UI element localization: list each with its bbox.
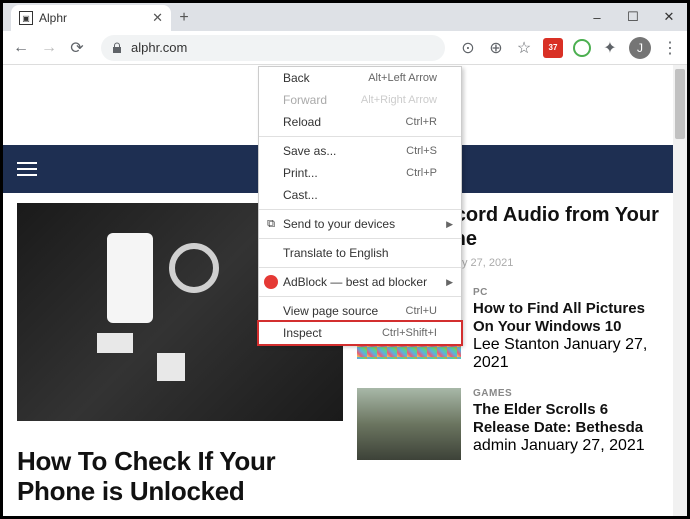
context-menu-separator (259, 267, 461, 268)
context-menu-item-label: Print... (283, 166, 318, 180)
context-menu-separator (259, 209, 461, 210)
context-menu-shortcut: Ctrl+U (406, 305, 437, 317)
target-icon[interactable]: ⊙ (459, 39, 477, 57)
article-author: Lee Stanton (473, 336, 559, 353)
context-menu-item-label: AdBlock — best ad blocker (283, 275, 427, 289)
article-title: How to Find All Pictures On Your Windows… (473, 300, 659, 336)
lock-icon (111, 42, 123, 54)
context-menu-item[interactable]: Back Alt+Left Arrow (259, 67, 461, 89)
context-menu-shortcut: Ctrl+P (406, 167, 437, 179)
minimize-button[interactable]: – (579, 3, 615, 31)
context-menu-item[interactable]: Reload Ctrl+R (259, 111, 461, 133)
maximize-button[interactable]: ☐ (615, 3, 651, 31)
context-menu-item[interactable]: ⧉ Send to your devices ▶ (259, 213, 461, 235)
new-tab-button[interactable]: + (171, 5, 197, 31)
url-text: alphr.com (131, 40, 187, 55)
article-date: January 27, 2021 (521, 437, 645, 454)
context-menu-separator (259, 238, 461, 239)
favicon-icon: ▣ (19, 11, 33, 25)
devices-icon: ⧉ (264, 217, 278, 231)
extension-badge-icon[interactable]: 37 (543, 38, 563, 58)
extensions-icon[interactable]: ✦ (601, 39, 619, 57)
context-menu-item-label: Reload (283, 115, 321, 129)
context-menu-shortcut: Alt+Right Arrow (361, 94, 437, 106)
context-menu-shortcut: Ctrl+Shift+I (382, 327, 437, 339)
bookmark-star-icon[interactable]: ☆ (515, 39, 533, 57)
context-menu-item-label: Translate to English (283, 246, 389, 260)
zoom-icon[interactable]: ⊕ (487, 39, 505, 57)
article-category: PC (473, 287, 659, 298)
back-button[interactable]: ← (11, 38, 31, 58)
context-menu-item-label: Back (283, 71, 310, 85)
tab-close-icon[interactable]: ✕ (152, 10, 163, 26)
hero-headline[interactable]: How To Check If Your Phone is Unlocked (17, 447, 343, 507)
context-menu-item[interactable]: Save as... Ctrl+S (259, 140, 461, 162)
scrollbar[interactable] (673, 65, 687, 516)
context-menu-shortcut: Ctrl+R (406, 116, 437, 128)
context-menu-item[interactable]: Translate to English (259, 242, 461, 264)
context-menu-item[interactable]: Inspect Ctrl+Shift+I (259, 322, 461, 344)
context-menu-item-label: Inspect (283, 326, 322, 340)
context-menu-item[interactable]: Print... Ctrl+P (259, 162, 461, 184)
context-menu-item-label: View page source (283, 304, 378, 318)
article-title: The Elder Scrolls 6 Release Date: Bethes… (473, 401, 659, 437)
context-menu-separator (259, 136, 461, 137)
adblock-extension-icon[interactable] (573, 39, 591, 57)
reload-button[interactable]: ⟳ (67, 38, 87, 58)
context-menu-item: Forward Alt+Right Arrow (259, 89, 461, 111)
context-menu-item[interactable]: AdBlock — best ad blocker ▶ (259, 271, 461, 293)
scroll-thumb[interactable] (675, 69, 685, 139)
submenu-arrow-icon: ▶ (446, 219, 453, 230)
window-titlebar: ▣ Alphr ✕ + – ☐ ✕ (3, 3, 687, 31)
context-menu-item-label: Cast... (283, 188, 318, 202)
context-menu-item-label: Save as... (283, 144, 336, 158)
context-menu-shortcut: Ctrl+S (406, 145, 437, 157)
context-menu-item[interactable]: View page source Ctrl+U (259, 300, 461, 322)
context-menu-item[interactable]: Cast... (259, 184, 461, 206)
article-author: admin (473, 437, 517, 454)
menu-icon[interactable]: ⋮ (661, 39, 679, 57)
browser-toolbar: ← → ⟳ alphr.com ⊙ ⊕ ☆ 37 ✦ J ⋮ (3, 31, 687, 65)
context-menu-item-label: Send to your devices (283, 217, 395, 231)
tab-title: Alphr (39, 11, 67, 25)
context-menu: Back Alt+Left Arrow Forward Alt+Right Arrow… (258, 66, 462, 345)
article-thumbnail (357, 388, 461, 460)
browser-tab[interactable]: ▣ Alphr ✕ (11, 5, 171, 31)
context-menu-separator (259, 296, 461, 297)
context-menu-shortcut: Alt+Left Arrow (368, 72, 437, 84)
address-bar[interactable]: alphr.com (101, 35, 445, 61)
close-window-button[interactable]: ✕ (651, 3, 687, 31)
profile-avatar[interactable]: J (629, 37, 651, 59)
article-category: GAMES (473, 388, 659, 399)
adblock-icon (264, 275, 278, 289)
forward-button: → (39, 38, 59, 58)
context-menu-item-label: Forward (283, 93, 327, 107)
hamburger-menu-icon[interactable] (17, 162, 37, 176)
submenu-arrow-icon: ▶ (446, 277, 453, 288)
article-item[interactable]: GAMES The Elder Scrolls 6 Release Date: … (357, 388, 659, 460)
